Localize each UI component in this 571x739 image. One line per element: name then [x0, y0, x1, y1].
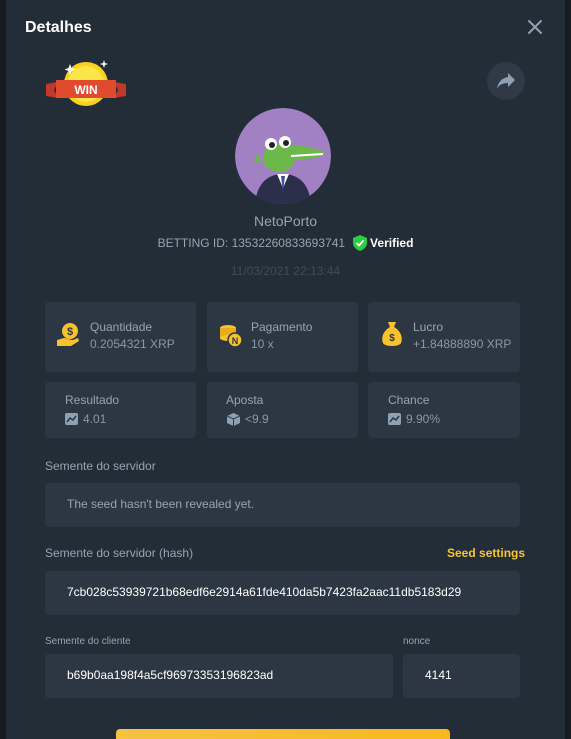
share-button[interactable]	[487, 62, 525, 100]
stat-label: Resultado	[65, 393, 120, 407]
stat-label: Chance	[388, 393, 430, 407]
money-hand-icon: $	[57, 323, 79, 346]
svg-text:$: $	[389, 333, 395, 344]
stat-label: Quantidade	[90, 320, 153, 334]
nonce-label: nonce	[403, 636, 431, 647]
server-seed-hash-field[interactable]: 7cb028c53939721b68edf6e2914a61fde410da5b…	[45, 571, 520, 615]
server-seed-field: The seed hasn't been revealed yet.	[45, 483, 520, 527]
server-seed-value: The seed hasn't been revealed yet.	[67, 497, 255, 511]
bet-date: 11/03/2021 22:13:44	[230, 264, 341, 278]
stat-card-quantidade: $ Quantidade 0.2054321 XRP	[45, 302, 196, 372]
verified-shield-icon	[353, 235, 368, 251]
win-badge-icon: WIN	[46, 60, 126, 106]
primary-action-button[interactable]	[116, 729, 450, 739]
stat-card-lucro: $ Lucro +1.84888890 XRP	[368, 302, 520, 372]
nonce-value: 4141	[425, 668, 452, 682]
server-seed-label: Semente do servidor	[45, 459, 156, 473]
modal-title: Detalhes	[25, 19, 92, 36]
stat-value: +1.84888890 XRP	[413, 337, 512, 351]
client-seed-field[interactable]: b69b0aa198f4a5cf96973353196823ad	[45, 654, 393, 698]
coin-stack-icon: N	[220, 325, 243, 348]
avatar	[235, 108, 331, 204]
chance-icon	[388, 413, 401, 425]
client-seed-value: b69b0aa198f4a5cf96973353196823ad	[67, 668, 274, 682]
stat-value: 9.90%	[406, 412, 441, 426]
svg-text:N: N	[232, 336, 239, 346]
share-icon	[497, 73, 515, 89]
seed-settings-link[interactable]: Seed settings	[447, 546, 525, 560]
verified-label: Verified	[370, 236, 414, 250]
client-seed-label: Semente do cliente	[45, 636, 131, 647]
stat-card-chance: Chance 9.90%	[368, 382, 520, 438]
stat-value: 10 x	[251, 337, 274, 351]
server-seed-hash-value: 7cb028c53939721b68edf6e2914a61fde410da5b…	[67, 585, 462, 599]
stat-card-pagamento: N Pagamento 10 x	[207, 302, 358, 372]
stat-card-resultado: Resultado 4.01	[45, 382, 196, 438]
player-username: NetoPorto	[253, 213, 318, 229]
stat-label: Pagamento	[251, 320, 313, 334]
stat-label: Lucro	[413, 320, 444, 334]
details-modal: Detalhes WIN NetoPorto BETTING ID: 13532	[6, 0, 565, 739]
stat-value: <9.9	[245, 412, 269, 426]
stat-card-aposta: Aposta <9.9	[207, 382, 358, 438]
close-icon[interactable]	[526, 18, 544, 36]
result-icon	[65, 413, 78, 425]
win-badge-text: WIN	[74, 83, 97, 97]
betting-id-row: BETTING ID: 13532260833693741 Verified	[6, 235, 565, 251]
stat-label: Aposta	[226, 393, 264, 407]
svg-text:$: $	[67, 326, 73, 338]
nonce-field[interactable]: 4141	[403, 654, 520, 698]
betting-id: BETTING ID: 13532260833693741	[157, 236, 346, 250]
server-seed-hash-label: Semente do servidor (hash)	[45, 546, 194, 560]
stat-value: 4.01	[83, 412, 107, 426]
stat-value: 0.2054321 XRP	[90, 337, 175, 351]
backdrop-right	[565, 0, 571, 739]
money-bag-icon: $	[382, 322, 402, 346]
cube-icon	[227, 413, 240, 426]
